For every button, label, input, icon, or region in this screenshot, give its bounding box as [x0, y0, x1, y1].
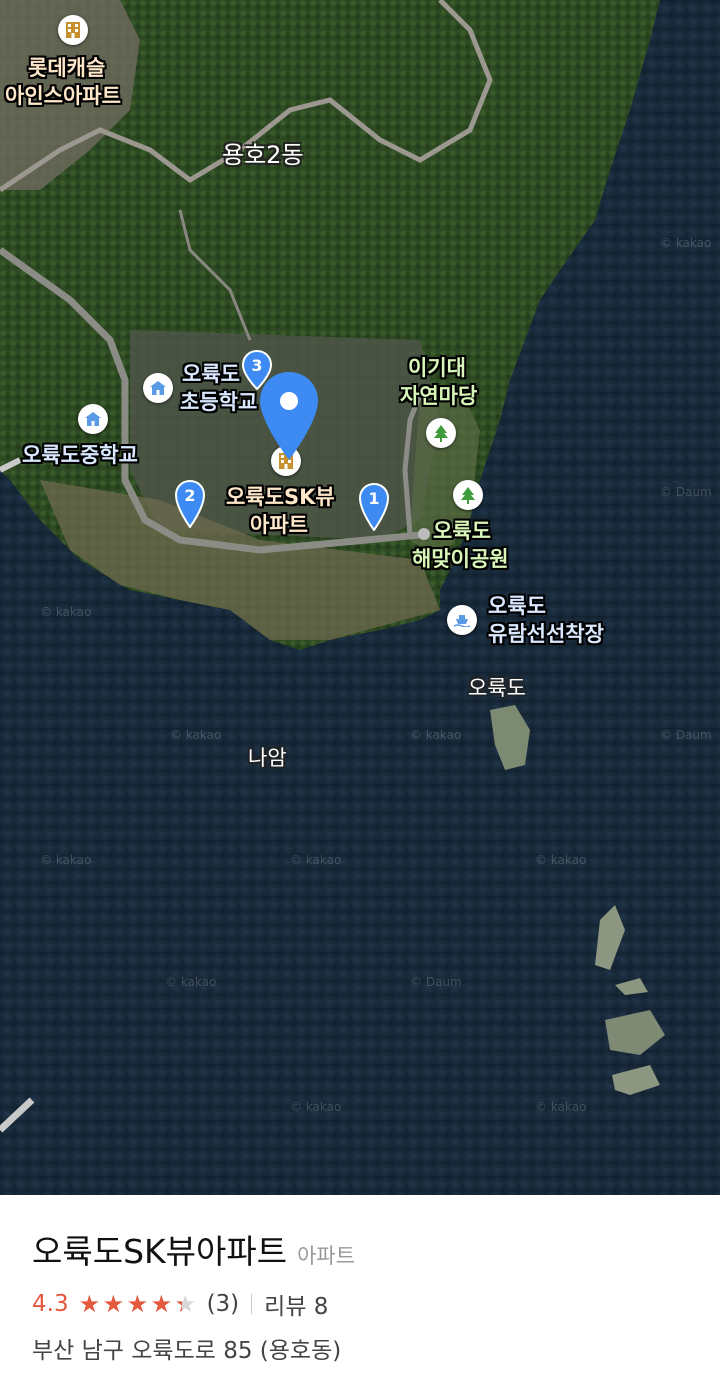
watermark: © kakao	[165, 975, 217, 989]
label-sk-view-line2[interactable]: 아파트	[250, 513, 308, 538]
star-icon: ★	[150, 1290, 173, 1318]
watermark: © kakao	[535, 1100, 587, 1114]
label-oryukdo-island: 오륙도	[468, 676, 526, 700]
label-park[interactable]: 오륙도	[433, 519, 491, 544]
label-elementary-school-line2[interactable]: 초등학교	[180, 390, 257, 415]
watermark: © Daum	[410, 975, 462, 989]
numbered-marker-3[interactable]: 3	[242, 350, 272, 390]
satellite-map[interactable]: © kakao © kakao © kakao © kakao © Daum ©…	[0, 0, 720, 1195]
star-icon: ★	[102, 1290, 125, 1318]
rating-row: 4.3 ★ ★ ★ ★ ★ (3) 리뷰 8	[32, 1287, 328, 1321]
divider	[251, 1294, 253, 1314]
svg-text:3: 3	[251, 356, 262, 375]
numbered-marker-2[interactable]: 2	[175, 480, 205, 528]
title-row: 오륙도SK뷰아파트 아파트	[32, 1225, 355, 1273]
watermark: © kakao	[40, 853, 92, 867]
label-cruise-terminal-line2[interactable]: 유람선선착장	[488, 622, 604, 647]
numbered-marker-1[interactable]: 1	[359, 483, 389, 531]
review-link[interactable]: 리뷰 8	[264, 1287, 328, 1321]
park-poi-icon[interactable]	[426, 418, 456, 448]
map-imagery	[0, 0, 720, 1195]
label-park-line2[interactable]: 해맞이공원	[412, 547, 509, 572]
label-sk-view[interactable]: 오륙도SK뷰	[226, 485, 335, 510]
ferry-poi-icon[interactable]	[447, 605, 477, 635]
apartment-poi-icon[interactable]	[58, 15, 88, 45]
label-middle-school[interactable]: 오륙도중학교	[22, 443, 138, 468]
rating-value: 4.3	[32, 1291, 69, 1317]
place-info-panel[interactable]: 오륙도SK뷰아파트 아파트 4.3 ★ ★ ★ ★ ★ (3) 리뷰 8 부산 남구 오륙…	[0, 1195, 720, 1380]
label-lotte-castle[interactable]: 롯데캐슬	[28, 56, 105, 81]
school-poi-icon[interactable]	[143, 373, 173, 403]
star-icon: ★	[78, 1290, 101, 1318]
watermark: © kakao	[660, 236, 712, 250]
label-naam: 나암	[248, 746, 287, 770]
watermark: © kakao	[40, 605, 92, 619]
star-icon: ★	[126, 1290, 149, 1318]
watermark: © kakao	[535, 853, 587, 867]
watermark: © kakao	[290, 853, 342, 867]
label-igidae[interactable]: 이기대	[408, 356, 466, 381]
park-poi-icon[interactable]	[453, 480, 483, 510]
place-category: 아파트	[297, 1244, 356, 1268]
svg-text:1: 1	[368, 489, 379, 508]
label-elementary-school[interactable]: 오륙도	[182, 362, 240, 387]
label-cruise-terminal[interactable]: 오륙도	[488, 594, 546, 619]
star-icon: ★	[175, 1290, 199, 1318]
label-lotte-castle-line2[interactable]: 아인스아파트	[5, 84, 121, 109]
place-name[interactable]: 오륙도SK뷰아파트	[32, 1232, 287, 1271]
watermark: © kakao	[170, 728, 222, 742]
svg-text:2: 2	[184, 486, 195, 505]
school-poi-icon[interactable]	[78, 404, 108, 434]
watermark: © kakao	[290, 1100, 342, 1114]
place-address: 부산 남구 오륙도로 85 (용호동)	[32, 1338, 342, 1364]
rating-count[interactable]: (3)	[207, 1291, 240, 1317]
rating-stars: ★ ★ ★ ★ ★	[79, 1290, 199, 1318]
watermark: © kakao	[410, 728, 462, 742]
label-yongho2dong: 용호2동	[222, 141, 304, 169]
label-igidae-line2[interactable]: 자연마당	[400, 384, 477, 409]
watermark: © Daum	[660, 728, 712, 742]
watermark: © Daum	[660, 485, 712, 499]
